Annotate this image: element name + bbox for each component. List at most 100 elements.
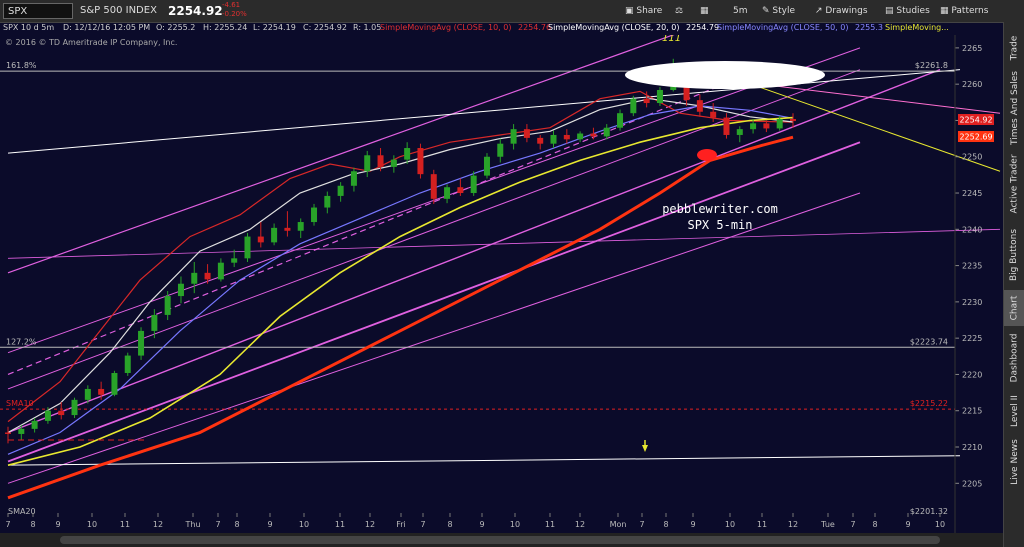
x-tick-label: 8	[872, 520, 877, 529]
symbol-input[interactable]: SPX	[3, 3, 73, 19]
candle-body	[311, 207, 318, 223]
candle-body	[31, 420, 38, 429]
chart-scrollbar[interactable]	[0, 533, 1003, 547]
x-tick-label: 8	[30, 520, 35, 529]
candle-body	[617, 113, 624, 128]
share-button[interactable]: ▣ Share	[625, 3, 662, 19]
candle-body	[750, 123, 757, 130]
sidebar-tab-active-trader[interactable]: Active Trader	[1004, 148, 1024, 220]
candle-body	[284, 227, 291, 231]
candle-body	[630, 98, 637, 114]
sidebar-tab-trade[interactable]: Trade	[1004, 28, 1024, 68]
x-tick-label: Thu	[184, 520, 200, 529]
candle-body	[710, 111, 717, 118]
top-label: 111	[662, 35, 681, 44]
patterns-label: Patterns	[951, 6, 989, 16]
candle-body	[510, 129, 517, 144]
chart-info-bar: SPX 10 d 5m D: 12/12/16 12:05 PM O: 2255…	[0, 23, 1000, 35]
y-tick-label: 2205	[962, 479, 982, 488]
flask-icon[interactable]: ⚖	[675, 3, 683, 19]
candle-body	[430, 174, 437, 199]
sma50-legend-value: 2255.3	[855, 23, 883, 32]
candle-body	[590, 133, 597, 137]
level-left-label: SMA10	[6, 399, 34, 408]
candle-body	[111, 372, 118, 395]
watermark-line2: SPX 5-min	[687, 218, 752, 232]
candle-body	[497, 143, 504, 157]
candle-body	[350, 171, 357, 186]
candle-body	[457, 187, 464, 194]
price-chart[interactable]: 161.8% $2261.8 127.2% $2223.74 SMA10 $2215.22…	[0, 35, 1003, 533]
candle-body	[138, 330, 145, 356]
y-tick-label: 2240	[962, 225, 982, 234]
candle-body	[44, 410, 51, 421]
candle-body	[324, 195, 331, 208]
x-tick-label: 10	[935, 520, 945, 529]
x-tick-label: 7	[215, 520, 220, 529]
level-left-label: 127.2%	[6, 337, 37, 346]
bottom-price-label: $2201.32	[910, 507, 948, 516]
candle-body	[563, 134, 570, 140]
candle-body	[231, 258, 238, 263]
candle-body	[18, 428, 25, 434]
sidebar-tab-level-ii[interactable]: Level II	[1004, 390, 1024, 432]
sidebar-tab-label: Level II	[1009, 395, 1020, 427]
candle-body	[723, 117, 730, 135]
info-date: D: 12/12/16 12:05 PM	[63, 23, 151, 32]
x-tick-label: 7	[850, 520, 855, 529]
studies-button[interactable]: ▤ Studies	[885, 3, 930, 19]
x-tick-label: 12	[575, 520, 585, 529]
candle-body	[577, 133, 584, 140]
symbol-description: S&P 500 INDEX	[80, 5, 157, 16]
style-button[interactable]: ✎ Style	[762, 3, 795, 19]
info-open: O: 2255.2	[156, 23, 196, 32]
sidebar-tab-live-news[interactable]: Live News	[1004, 436, 1024, 488]
sma20-bottom-label: SMA20	[8, 507, 36, 516]
x-tick-label: 9	[479, 520, 484, 529]
timeframe-button[interactable]: 5m	[733, 3, 748, 19]
sidebar-tab-label: Big Buttons	[1009, 228, 1020, 282]
x-tick-label: 9	[267, 520, 272, 529]
candle-body	[537, 137, 544, 144]
sidebar-tab-chart[interactable]: Chart	[1004, 290, 1024, 326]
candle-body	[191, 272, 198, 284]
candle-body	[177, 283, 184, 297]
sidebar-tab-times-and-sales[interactable]: Times And Sales	[1004, 71, 1024, 145]
candle-body	[550, 134, 557, 144]
scrollbar-thumb[interactable]	[60, 536, 940, 544]
drawings-button[interactable]: ↗ Drawings	[815, 3, 868, 19]
y-tick-label: 2215	[962, 407, 982, 416]
candle-body	[470, 175, 477, 194]
x-tick-label: 10	[510, 520, 520, 529]
copyright-label: 2016 © TD Ameritrade IP Company, Inc.	[16, 38, 178, 47]
timeframe-label: 5m	[733, 6, 748, 16]
toolbar: SPX S&P 500 INDEX 2254.92 -4.61 -0.20% ▣…	[0, 0, 1024, 23]
sma50-legend: SimpleMovingAvg (CLOSE, 50, 0)	[717, 23, 849, 32]
candle-body	[776, 119, 783, 129]
candle-body	[58, 410, 65, 416]
candle-body	[257, 236, 264, 243]
candle-body	[271, 227, 278, 243]
candle-body	[790, 119, 796, 122]
grid-icon[interactable]: ▦	[700, 3, 709, 19]
y-tick-label: 2250	[962, 153, 982, 162]
sidebar-tab-dashboard[interactable]: Dashboard	[1004, 330, 1024, 386]
highlight-ellipse	[625, 61, 825, 89]
copyright-icon: ©	[5, 38, 13, 47]
sma200-price-tag-text: 2252.69	[959, 133, 992, 142]
sma-more-legend: SimpleMoving...	[885, 23, 949, 32]
x-tick-label: 11	[120, 520, 130, 529]
x-tick-label: 10	[299, 520, 309, 529]
x-tick-label: 8	[234, 520, 239, 529]
x-tick-label: 7	[639, 520, 644, 529]
candle-body	[736, 129, 743, 135]
candle-body	[390, 159, 397, 167]
candle-body	[164, 296, 171, 315]
style-label: Style	[772, 6, 796, 16]
sidebar-tab-big-buttons[interactable]: Big Buttons	[1004, 224, 1024, 286]
candle-body	[656, 89, 663, 104]
sidebar-tab-label: Chart	[1009, 295, 1020, 321]
sidebar-tab-label: Trade	[1009, 35, 1020, 61]
candle-body	[523, 129, 530, 138]
patterns-button[interactable]: ▦ Patterns	[940, 3, 988, 19]
